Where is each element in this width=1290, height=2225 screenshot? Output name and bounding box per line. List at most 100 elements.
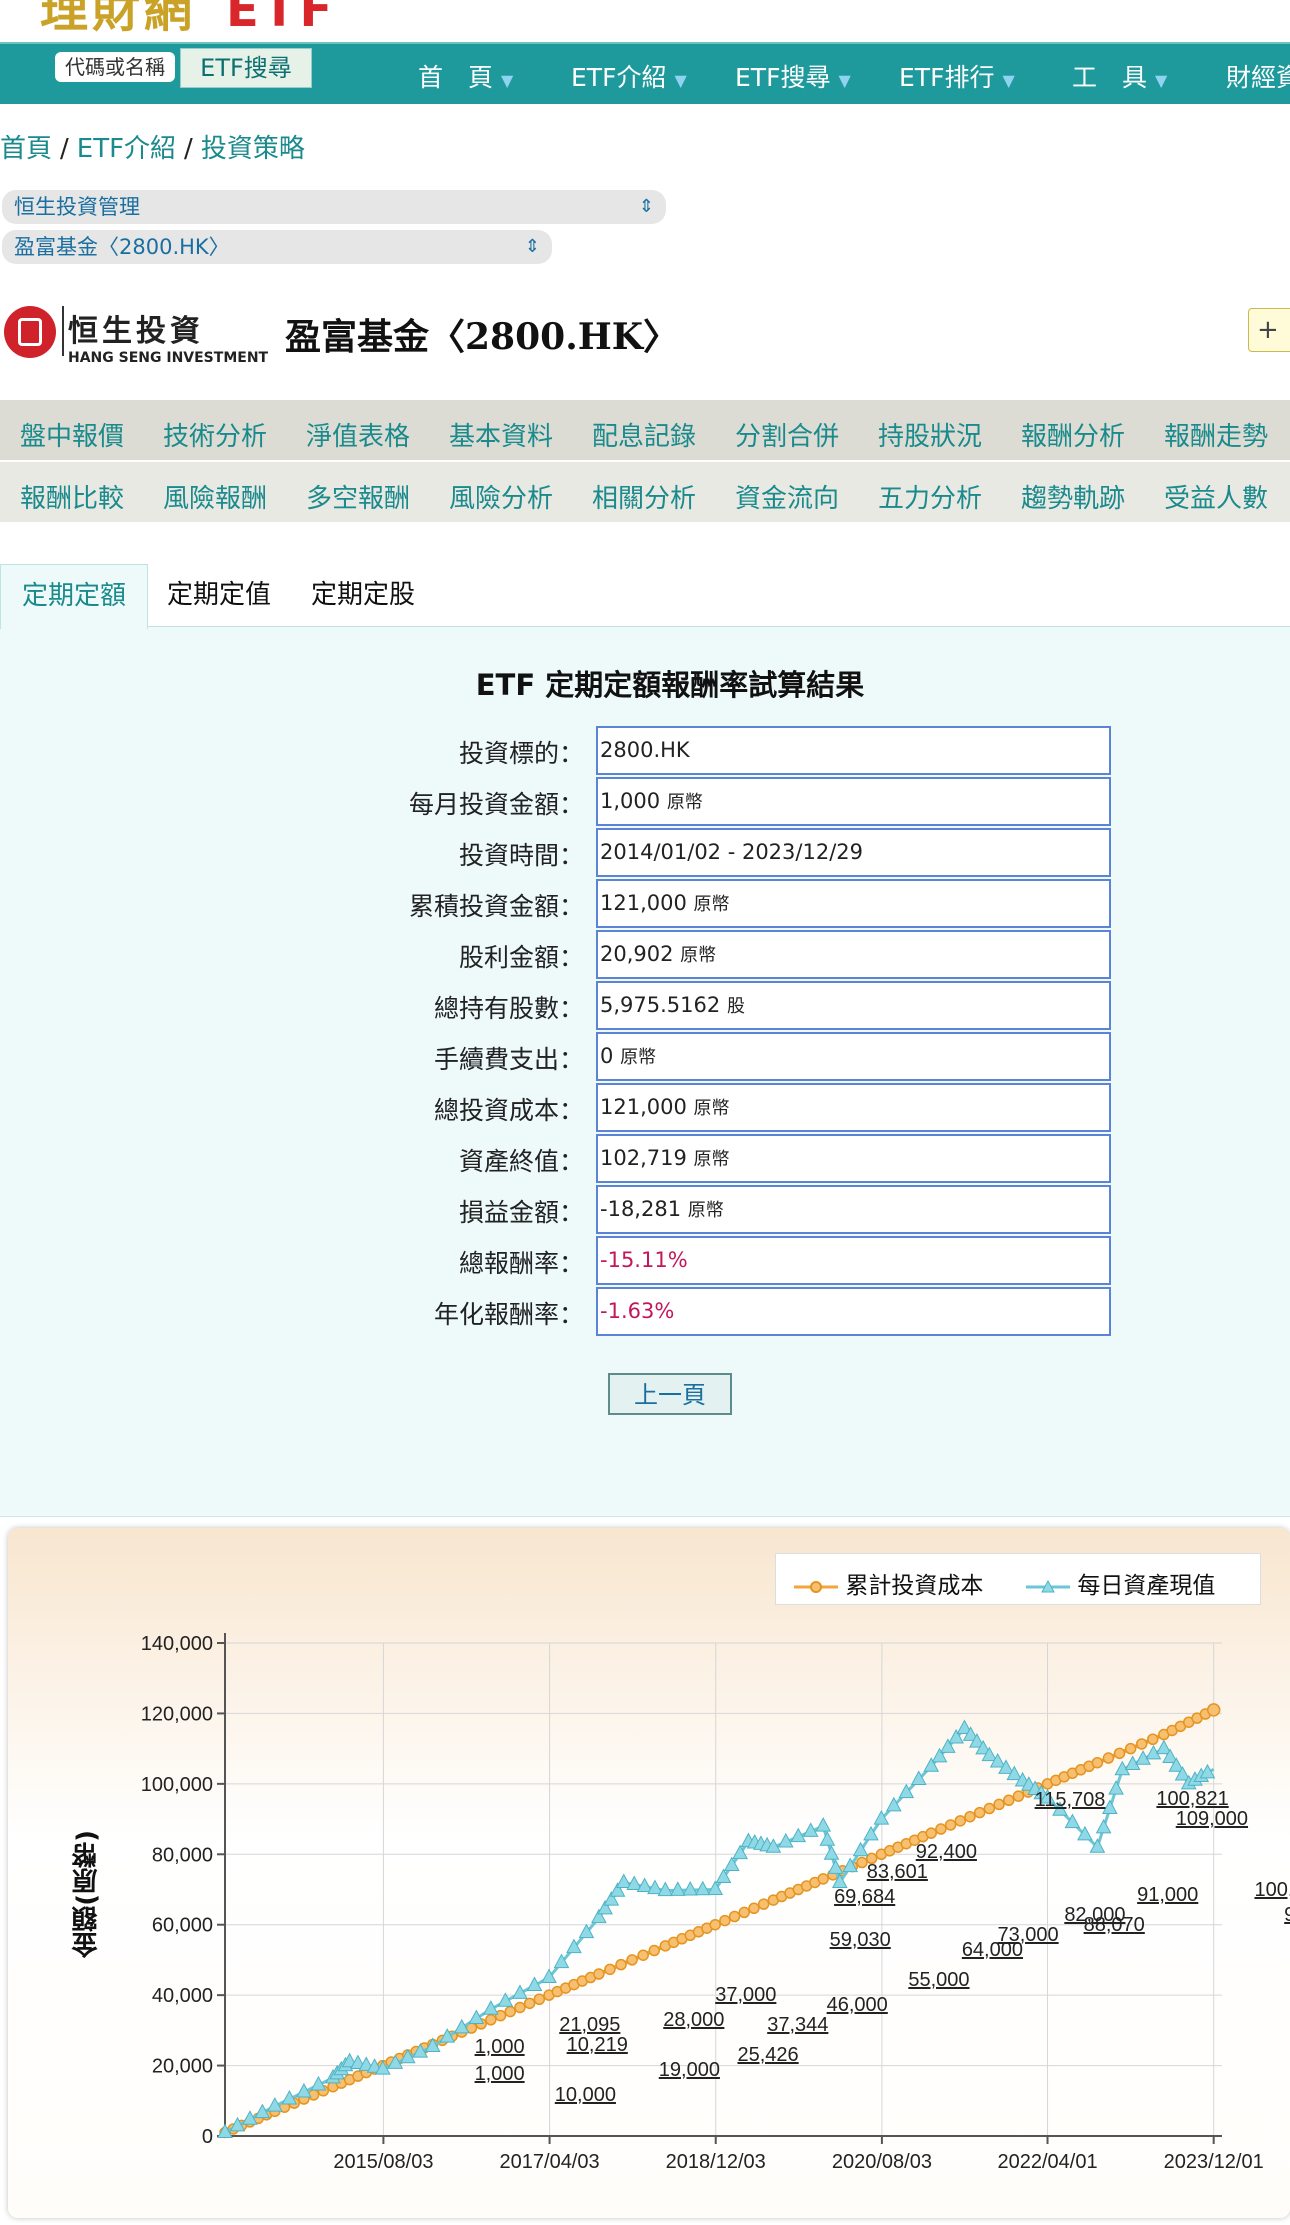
- result-value-number: -18,281: [600, 1197, 682, 1221]
- nav-label: 工 具: [1072, 63, 1148, 92]
- result-value-number: 5,975.5162: [600, 993, 721, 1017]
- nav-label: ETF排行: [899, 63, 995, 92]
- tab-fixed-amount[interactable]: 定期定額: [0, 564, 148, 629]
- data-label: 109,000: [1176, 1808, 1248, 1830]
- nav-item-finance[interactable]: 財經資: [1226, 58, 1290, 94]
- y-tick-label: 120,000: [141, 1703, 213, 1725]
- nav-item-home[interactable]: 首 頁 ▼: [418, 58, 513, 94]
- etf-search-button[interactable]: ETF搜尋: [180, 48, 312, 88]
- result-label: 總投資成本：: [433, 1096, 584, 1125]
- result-value: 1,000 原幣: [596, 777, 1111, 826]
- menu-item[interactable]: 報酬分析: [1021, 416, 1125, 453]
- result-value-number: 2800.HK: [600, 738, 690, 762]
- menu-item[interactable]: 配息記錄: [592, 416, 696, 453]
- data-label: 10,000: [555, 2084, 616, 2106]
- function-menu-row-1: 盤中報價 技術分析 淨值表格 基本資料 配息記錄 分割合併 持股狀況 報酬分析 …: [0, 400, 1290, 460]
- series-point-cost: [1003, 1794, 1015, 1807]
- result-value-unit: 原幣: [680, 945, 717, 966]
- issuer-select[interactable]: 恒生投資管理 ⇕: [2, 190, 666, 224]
- menu-item[interactable]: 報酬比較: [20, 478, 124, 515]
- tab-fixed-value[interactable]: 定期定值: [148, 564, 290, 626]
- site-logo-text: 理財網: [40, 0, 197, 38]
- menu-item[interactable]: 相關分析: [592, 478, 696, 515]
- series-point-cost: [954, 1815, 967, 1827]
- data-label: 100,000: [1254, 1879, 1290, 1901]
- x-tick-label: 2023/12/01: [1164, 2151, 1264, 2173]
- menu-item[interactable]: 基本資料: [449, 416, 553, 453]
- menu-item[interactable]: 趨勢軌跡: [1021, 478, 1125, 515]
- x-tick-label: 2015/08/03: [333, 2151, 433, 2173]
- x-tick-label: 2020/08/03: [832, 2151, 932, 2173]
- result-value-number: 121,000: [600, 1095, 687, 1119]
- menu-item[interactable]: 多空報酬: [306, 478, 410, 515]
- x-tick-label: 2018/12/03: [666, 2151, 766, 2173]
- result-value: -15.11%: [596, 1236, 1111, 1285]
- nav-item-etf-intro[interactable]: ETF介紹 ▼: [571, 58, 687, 94]
- series-point-cost: [615, 1958, 627, 1971]
- menu-item[interactable]: 五力分析: [878, 478, 982, 515]
- series-point-cost: [925, 1827, 937, 1839]
- series-point-cost: [514, 2001, 526, 2014]
- y-tick-label: 80,000: [152, 1844, 213, 1866]
- data-label: 19,000: [659, 2059, 720, 2081]
- caret-down-icon: ▼: [1155, 71, 1168, 90]
- data-label: 99,796: [1284, 1904, 1290, 1926]
- result-value-number: 0: [600, 1044, 614, 1068]
- menu-item[interactable]: 資金流向: [735, 478, 839, 515]
- data-label: 10,219: [567, 2034, 628, 2056]
- search-input[interactable]: 代碼或名稱: [55, 52, 175, 82]
- series-point-cost: [748, 1902, 760, 1915]
- site-logo-etf: ETF: [226, 0, 337, 38]
- tab-fixed-shares[interactable]: 定期定股: [292, 564, 434, 626]
- fund-select[interactable]: 盈富基金〈2800.HK〉 ⇕: [2, 230, 552, 264]
- series-point-value: [819, 1831, 836, 1846]
- series-point-cost: [1091, 1756, 1104, 1769]
- updown-arrow-icon: ⇕: [524, 236, 540, 257]
- series-point-value: [1095, 1818, 1112, 1834]
- result-label: 累積投資金額：: [408, 892, 584, 921]
- nav-label: 財經資: [1226, 63, 1290, 92]
- caret-down-icon: ▼: [838, 71, 851, 90]
- breadcrumb-section-link[interactable]: ETF介紹: [77, 134, 176, 164]
- data-label: 59,030: [830, 1929, 891, 1951]
- site-logo[interactable]: 理財網 ETF: [40, 0, 336, 40]
- result-value: 2800.HK: [596, 726, 1111, 775]
- function-menu-row-2: 報酬比較 風險報酬 多空報酬 風險分析 相關分析 資金流向 五力分析 趨勢軌跡 …: [0, 462, 1290, 522]
- series-point-value: [615, 1873, 632, 1888]
- menu-item[interactable]: 淨值表格: [306, 416, 410, 453]
- back-button[interactable]: 上一頁: [608, 1373, 732, 1415]
- series-point-cost: [757, 1898, 770, 1910]
- data-label: 37,000: [715, 1984, 776, 2006]
- menu-item[interactable]: 風險報酬: [163, 478, 267, 515]
- data-label: 46,000: [827, 1994, 888, 2016]
- menu-item[interactable]: 技術分析: [163, 416, 267, 453]
- result-label: 每月投資金額：: [408, 790, 584, 819]
- add-watchlist-button[interactable]: +: [1248, 308, 1290, 352]
- nav-label: ETF介紹: [571, 63, 667, 92]
- result-value: 20,902 原幣: [596, 930, 1111, 979]
- data-label: 100,821: [1156, 1788, 1228, 1810]
- menu-item[interactable]: 分割合併: [735, 416, 839, 453]
- issuer-logo-text: 恒生投資 HANG SENG INVESTMENT: [68, 306, 268, 366]
- nav-item-etf-rank[interactable]: ETF排行 ▼: [899, 58, 1015, 94]
- data-label: 28,000: [663, 2009, 724, 2031]
- series-point-cost: [1124, 1742, 1137, 1755]
- menu-item[interactable]: 報酬走勢: [1164, 416, 1268, 453]
- breadcrumb-home-link[interactable]: 首頁: [0, 134, 52, 164]
- menu-item[interactable]: 風險分析: [449, 478, 553, 515]
- series-point-cost: [709, 1918, 721, 1931]
- nav-item-tools[interactable]: 工 具 ▼: [1072, 58, 1167, 94]
- result-value: 5,975.5162 股: [596, 981, 1111, 1030]
- result-value-unit: 原幣: [693, 894, 730, 915]
- hang-seng-logo-icon: [4, 306, 56, 358]
- nav-item-etf-search[interactable]: ETF搜尋 ▼: [735, 58, 851, 94]
- series-point-cost: [983, 1802, 996, 1815]
- result-value: 121,000 原幣: [596, 1083, 1111, 1132]
- result-value: 2014/01/02 - 2023/12/29: [596, 828, 1111, 877]
- menu-item[interactable]: 盤中報價: [20, 416, 124, 453]
- menu-item[interactable]: 受益人數: [1164, 478, 1268, 515]
- result-value-number: 2014/01/02 - 2023/12/29: [600, 840, 864, 864]
- menu-item[interactable]: 持股狀況: [878, 416, 982, 453]
- result-label: 總持有股數：: [433, 994, 584, 1023]
- data-label: 88,070: [1084, 1914, 1145, 1936]
